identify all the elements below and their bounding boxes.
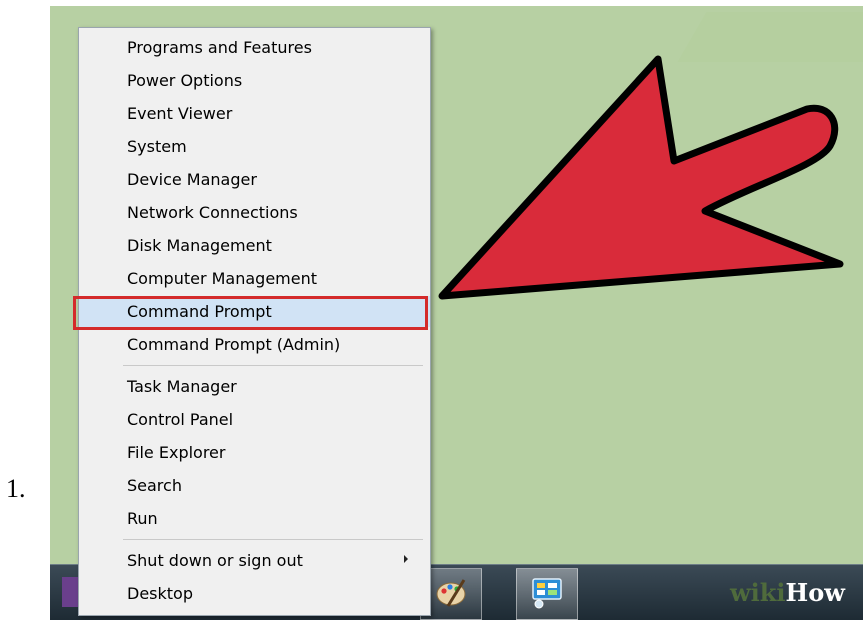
- highlight-box: [73, 296, 428, 330]
- menu-item-power-options[interactable]: Power Options: [79, 65, 430, 96]
- menu-separator: [123, 365, 423, 366]
- menu-item-search[interactable]: Search: [79, 470, 430, 501]
- control-panel-icon[interactable]: [516, 568, 578, 620]
- menu-item-task-manager[interactable]: Task Manager: [79, 371, 430, 402]
- menu-item-label: Search: [127, 476, 182, 495]
- menu-item-network-connections[interactable]: Network Connections: [79, 197, 430, 228]
- menu-item-event-viewer[interactable]: Event Viewer: [79, 98, 430, 129]
- menu-item-computer-management[interactable]: Computer Management: [79, 263, 430, 294]
- menu-item-label: Shut down or sign out: [127, 551, 303, 570]
- menu-item-shut-down-or-sign-out[interactable]: Shut down or sign out: [79, 545, 430, 576]
- menu-item-run[interactable]: Run: [79, 503, 430, 534]
- menu-item-command-prompt-admin[interactable]: Command Prompt (Admin): [79, 329, 430, 360]
- menu-item-desktop[interactable]: Desktop: [79, 578, 430, 609]
- menu-item-label: Network Connections: [127, 203, 298, 222]
- menu-item-label: Computer Management: [127, 269, 318, 288]
- menu-item-label: Control Panel: [127, 410, 234, 429]
- menu-item-label: File Explorer: [127, 443, 226, 462]
- menu-item-label: Event Viewer: [127, 104, 233, 123]
- menu-item-label: Power Options: [127, 71, 243, 90]
- menu-item-label: System: [127, 137, 187, 156]
- menu-item-device-manager[interactable]: Device Manager: [79, 164, 430, 195]
- menu-item-label: Run: [127, 509, 158, 528]
- list-number: 1.: [6, 474, 26, 503]
- menu-item-control-panel[interactable]: Control Panel: [79, 404, 430, 435]
- menu-item-label: Device Manager: [127, 170, 257, 189]
- menu-item-programs-and-features[interactable]: Programs and Features: [79, 32, 430, 63]
- submenu-arrow-icon: [404, 555, 408, 563]
- menu-item-label: Desktop: [127, 584, 193, 603]
- menu-item-system[interactable]: System: [79, 131, 430, 162]
- wikihow-watermark: wikiHow: [730, 578, 845, 607]
- watermark-band: [677, 12, 863, 62]
- menu-item-label: Task Manager: [127, 377, 237, 396]
- menu-item-file-explorer[interactable]: File Explorer: [79, 437, 430, 468]
- menu-separator: [123, 539, 423, 540]
- menu-item-label: Programs and Features: [127, 38, 312, 57]
- menu-item-label: Command Prompt (Admin): [127, 335, 341, 354]
- menu-item-label: Disk Management: [127, 236, 272, 255]
- menu-item-disk-management[interactable]: Disk Management: [79, 230, 430, 261]
